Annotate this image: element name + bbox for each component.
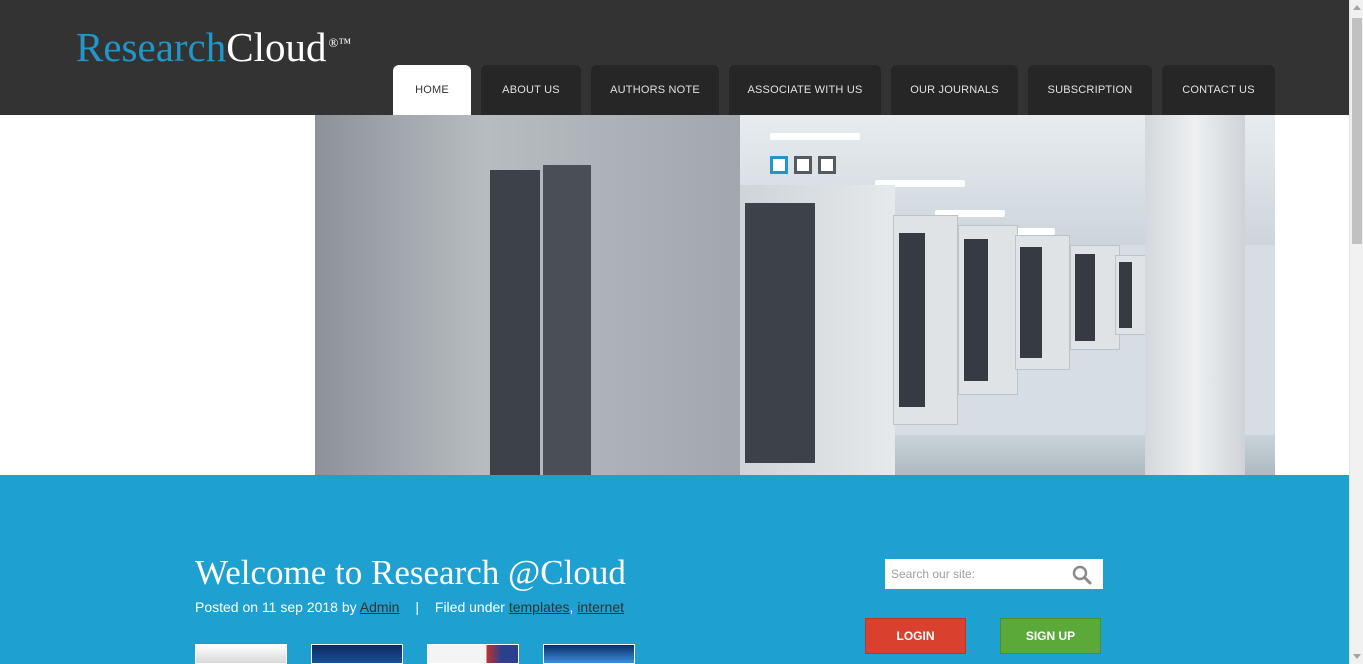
- site-header: ResearchCloud ®™ HOME ABOUT US AUTHORS NO…: [0, 0, 1349, 115]
- post-meta: Posted on 11 sep 2018 by Admin | Filed u…: [195, 599, 624, 615]
- posted-on-text: Posted on 11 sep 2018 by: [195, 599, 357, 615]
- nav-authors-note-label: AUTHORS NOTE: [610, 84, 700, 96]
- page-scrollbar[interactable]: [1349, 0, 1363, 664]
- site-search: [885, 559, 1103, 589]
- login-label: LOGIN: [896, 629, 935, 643]
- trademark-mark: ®™: [328, 35, 352, 50]
- nav-home-label: HOME: [415, 84, 449, 96]
- filed-under-text: Filed under: [434, 599, 505, 615]
- rack-door-vent: [543, 165, 591, 475]
- nav-home[interactable]: HOME: [393, 65, 471, 115]
- author-link[interactable]: Admin: [360, 599, 400, 615]
- tag-separator: ,: [569, 599, 574, 615]
- scroll-up-icon[interactable]: [1353, 5, 1361, 10]
- site-logo[interactable]: ResearchCloud ®™: [76, 24, 351, 80]
- nav-our-journals-label: OUR JOURNALS: [910, 84, 999, 96]
- main-nav: HOME ABOUT US AUTHORS NOTE ASSOCIATE WIT…: [393, 65, 1275, 115]
- scroll-down-icon[interactable]: [1353, 654, 1361, 659]
- post-thumbnail[interactable]: [543, 644, 635, 664]
- tag-link-internet[interactable]: internet: [577, 599, 624, 615]
- nav-subscription-label: SUBSCRIPTION: [1047, 84, 1133, 96]
- slider-dot-1[interactable]: [770, 156, 788, 174]
- tag-link-templates[interactable]: templates: [509, 599, 570, 615]
- post-thumbnail[interactable]: [195, 644, 287, 664]
- signup-label: SIGN UP: [1025, 629, 1076, 643]
- logo-text-research: Research: [76, 24, 227, 70]
- meta-separator: |: [415, 599, 419, 615]
- hero-slider: [315, 115, 1275, 475]
- slider-dot-3[interactable]: [818, 156, 836, 174]
- rack-door-vent: [490, 170, 540, 475]
- scrollbar-thumb[interactable]: [1352, 18, 1362, 244]
- logo-text-cloud: Cloud: [226, 24, 327, 70]
- search-input[interactable]: [885, 559, 1070, 589]
- post-thumbnail[interactable]: [427, 644, 519, 664]
- signup-button[interactable]: SIGN UP: [1000, 618, 1101, 654]
- nav-our-journals[interactable]: OUR JOURNALS: [891, 65, 1018, 115]
- post-thumbnail[interactable]: [311, 644, 403, 664]
- login-button[interactable]: LOGIN: [865, 618, 966, 654]
- search-icon[interactable]: [1071, 564, 1093, 586]
- rack-glass: [745, 203, 815, 463]
- ceiling-light: [770, 133, 860, 140]
- nav-about-us[interactable]: ABOUT US: [481, 65, 581, 115]
- hero-image-pillar: [1145, 115, 1245, 475]
- post-title: Welcome to Research @Cloud: [195, 553, 626, 592]
- slider-dot-2[interactable]: [794, 156, 812, 174]
- slider-pagination: [770, 156, 842, 174]
- hero-image-rack: [893, 215, 958, 425]
- nav-about-us-label: ABOUT US: [502, 84, 560, 96]
- nav-authors-note[interactable]: AUTHORS NOTE: [591, 65, 719, 115]
- hero-image-rack: [958, 225, 1018, 395]
- nav-subscription[interactable]: SUBSCRIPTION: [1028, 65, 1152, 115]
- hero-image-rack: [1015, 235, 1070, 370]
- nav-associate-with-us[interactable]: ASSOCIATE WITH US: [729, 65, 881, 115]
- nav-contact-us[interactable]: CONTACT US: [1162, 65, 1275, 115]
- nav-associate-label: ASSOCIATE WITH US: [747, 84, 863, 96]
- nav-contact-us-label: CONTACT US: [1182, 84, 1255, 96]
- hero-image-rack: [1070, 245, 1120, 350]
